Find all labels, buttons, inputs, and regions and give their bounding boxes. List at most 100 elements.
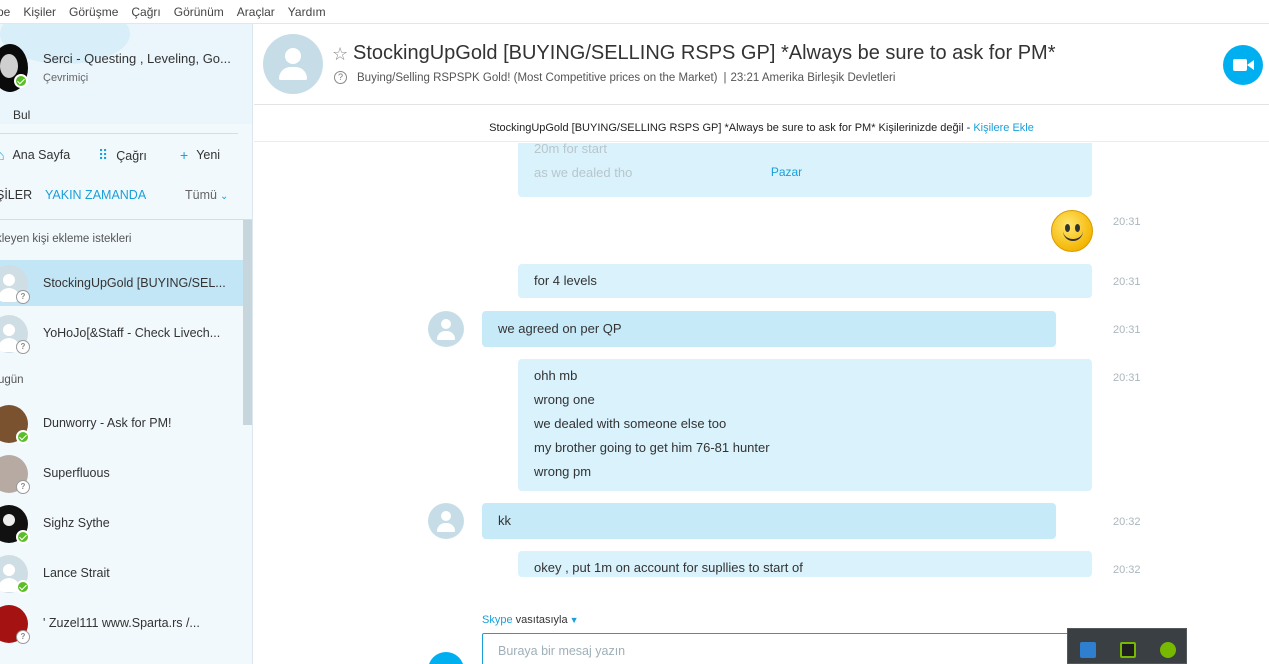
profile-name[interactable]: Serci - Questing , Leveling, Go... <box>43 51 243 66</box>
filter-all-dropdown[interactable]: Tümü ⌄ <box>185 188 228 202</box>
caret-down-icon: ▼ <box>569 615 579 625</box>
notice-text: StockingUpGold [BUYING/SELLING RSPS GP] … <box>489 122 974 134</box>
my-avatar <box>428 652 464 664</box>
contact-name: Sighz Sythe <box>43 516 110 530</box>
pending-requests-link[interactable]: kleyen kişi ekleme istekleri <box>0 233 132 245</box>
menu-item-conversation[interactable]: Görüşme <box>69 5 118 19</box>
search-label: Bul <box>13 108 31 122</box>
mood-message: Buying/Selling RSPSPK Gold! (Most Compet… <box>357 71 718 84</box>
conversation-title: StockingUpGold [BUYING/SELLING RSPS GP] … <box>353 42 1056 64</box>
message-bubble: ohh mb wrong one we dealed with someone … <box>518 359 1092 491</box>
message-line: 20m for start <box>534 143 607 156</box>
nvidia-icon[interactable] <box>1120 642 1136 658</box>
contact-item[interactable]: ? StockingUpGold [BUYING/SEL... <box>0 260 243 306</box>
message-time: 20:31 <box>1113 276 1141 288</box>
contact-item[interactable]: ? ' Zuzel111 www.Sparta.rs /... <box>0 600 243 646</box>
online-status-icon <box>16 530 30 544</box>
system-tray-popup <box>1067 628 1187 664</box>
profile-status[interactable]: Çevrimiçi <box>43 72 88 84</box>
message-time: 20:31 <box>1113 324 1141 336</box>
contact-item[interactable]: Lance Strait <box>0 550 243 596</box>
message-input[interactable] <box>483 634 1081 664</box>
message-line: okey , put 1m on account for supllies to… <box>534 560 803 575</box>
tab-contacts[interactable]: ŞİLER <box>0 188 32 202</box>
message-line: ohh mb <box>534 368 578 383</box>
filter-all-label: Tümü <box>185 188 217 202</box>
contact-item[interactable]: Sighz Sythe <box>0 500 243 546</box>
menu-item-call[interactable]: Çağrı <box>131 5 160 19</box>
home-label: Ana Sayfa <box>12 148 71 162</box>
chevron-down-icon: ⌄ <box>219 191 229 202</box>
favorite-star-icon[interactable]: ☆ <box>332 44 348 65</box>
menu-item-contacts[interactable]: Kişiler <box>23 5 56 19</box>
geforce-experience-icon[interactable] <box>1160 642 1176 658</box>
message-bubble: for 4 levels <box>518 264 1092 298</box>
contact-item[interactable]: Dunworry - Ask for PM! <box>0 400 243 446</box>
online-status-icon <box>16 580 30 594</box>
message-bubble: okey , put 1m on account for supllies to… <box>518 551 1092 577</box>
video-call-button[interactable] <box>1223 45 1263 85</box>
search-box[interactable]: ⌕ Bul <box>0 106 238 134</box>
message-bubble: we agreed on per QP <box>482 311 1056 347</box>
conversation-subtitle: ? Buying/Selling RSPSPK Gold! (Most Comp… <box>334 71 895 84</box>
intel-graphics-icon[interactable] <box>1080 642 1096 658</box>
call-label: Çağrı <box>116 148 147 163</box>
sidebar-nav: ⌂ Ana Sayfa ⠿ Çağrı + Yeni <box>0 144 252 168</box>
menu-item-help[interactable]: Yardım <box>288 5 326 19</box>
sidebar-scrollbar[interactable] <box>243 220 252 425</box>
add-to-contacts-link[interactable]: Kişilere Ekle <box>973 122 1034 134</box>
message-time: 20:32 <box>1113 564 1141 576</box>
menu-item-tools[interactable]: Araçlar <box>237 5 275 19</box>
contact-name: Lance Strait <box>43 566 110 580</box>
local-time: 23:21 Amerika Birleşik Devletleri <box>730 71 896 84</box>
unknown-status-icon: ? <box>16 340 30 354</box>
contact-name: Superfluous <box>43 466 110 480</box>
message-line: wrong pm <box>534 464 592 479</box>
contact-name: YoHoJo[&Staff - Check Livech... <box>43 326 221 340</box>
sender-avatar[interactable] <box>428 503 464 539</box>
chat-history[interactable]: 20m for start as we dealed tho Pazar 20:… <box>254 143 1269 593</box>
not-in-contacts-notice: StockingUpGold [BUYING/SELLING RSPS GP] … <box>254 114 1269 142</box>
message-line: wrong one <box>534 392 595 407</box>
plus-icon: + <box>180 147 189 163</box>
contact-item[interactable]: ? YoHoJo[&Staff - Check Livech... <box>0 310 243 356</box>
subtitle-separator: | <box>723 71 727 84</box>
dialpad-icon: ⠿ <box>98 147 109 163</box>
via-service: Skype <box>482 614 513 626</box>
send-via-selector[interactable]: Skype vasıtasıyla ▼ <box>482 614 579 626</box>
home-button[interactable]: ⌂ Ana Sayfa <box>0 147 70 163</box>
call-button[interactable]: ⠿ Çağrı <box>98 147 147 164</box>
section-today-label: ugün <box>0 374 24 386</box>
smiley-emoticon <box>1051 210 1093 252</box>
message-compose-box[interactable] <box>482 633 1082 664</box>
home-icon: ⌂ <box>0 147 4 163</box>
message-bubble: kk <box>482 503 1056 539</box>
contact-item[interactable]: ? Superfluous <box>0 450 243 496</box>
new-label: Yeni <box>196 148 221 162</box>
message-line: for 4 levels <box>534 273 597 288</box>
message-time: 20:31 <box>1113 372 1141 384</box>
contact-name: StockingUpGold [BUYING/SEL... <box>43 276 226 290</box>
message-time: 20:31 <box>1113 216 1141 228</box>
message-time: 20:32 <box>1113 516 1141 528</box>
new-button[interactable]: + Yeni <box>180 147 220 163</box>
conversation-avatar[interactable] <box>263 34 323 94</box>
unknown-status-icon: ? <box>16 480 30 494</box>
tab-recent[interactable]: YAKIN ZAMANDA <box>45 188 146 202</box>
sender-avatar[interactable] <box>428 311 464 347</box>
menu-item-conversation-partial[interactable]: pe <box>0 5 10 19</box>
contact-tabs: ŞİLER YAKIN ZAMANDA Tümü⌄ <box>0 184 252 220</box>
info-icon: ? <box>334 71 347 84</box>
menu-bar: pe Kişiler Görüşme Çağrı Görünüm Araçlar… <box>0 0 1269 24</box>
contact-name: ' Zuzel111 www.Sparta.rs /... <box>43 616 200 630</box>
conversation-header: ☆ StockingUpGold [BUYING/SELLING RSPS GP… <box>254 24 1269 105</box>
message-line: we agreed on per QP <box>498 321 622 336</box>
video-camera-icon <box>1233 59 1247 71</box>
unknown-status-icon: ? <box>16 290 30 304</box>
sidebar: Serci - Questing , Leveling, Go... Çevri… <box>0 24 253 664</box>
date-separator: Pazar <box>770 165 803 179</box>
message-line: kk <box>498 513 511 528</box>
via-text: vasıtasıyla <box>515 614 568 626</box>
message-line: my brother going to get him 76-81 hunter <box>534 440 770 455</box>
menu-item-view[interactable]: Görünüm <box>174 5 224 19</box>
